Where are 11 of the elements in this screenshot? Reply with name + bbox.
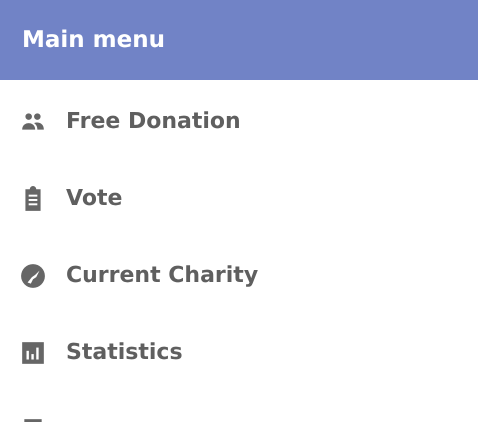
menu-title: Main menu xyxy=(22,27,165,53)
menu-label: Statistics xyxy=(66,340,183,365)
menu-item[interactable]: Free Donation xyxy=(0,83,478,160)
menu-label: Vote xyxy=(66,186,122,211)
menu-item[interactable]: Current Charity xyxy=(0,237,478,314)
hand-icon xyxy=(20,262,46,288)
menu-label: Current Charity xyxy=(66,263,258,288)
menu-label: Free Donation xyxy=(66,109,241,134)
menu-item[interactable]: Statistics xyxy=(0,314,478,391)
menu-item[interactable]: Vote xyxy=(0,160,478,237)
chart-icon xyxy=(20,340,46,366)
